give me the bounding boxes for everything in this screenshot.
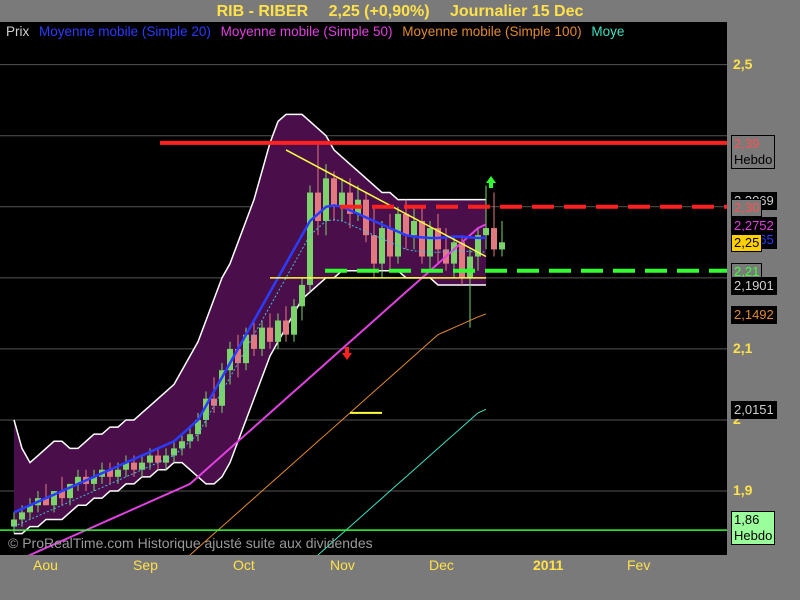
watermark-text: © ProRealTime.com Historique ajusté suit… (8, 535, 373, 551)
candle-body-30 (251, 334, 257, 349)
price-tag-value: 2,39 (734, 135, 760, 151)
candle-body-36 (299, 284, 305, 307)
price-tag-0: 2,39 Hebdo (731, 134, 776, 169)
price-tag-value: 2,1492 (734, 307, 774, 323)
candle-body-37 (307, 192, 313, 285)
legend-item-sma200: Moye (591, 24, 625, 39)
y-tick-label-1: 2,1 (733, 339, 753, 356)
legend-item-sma50: Moyenne mobile (Simple 50) (220, 24, 393, 39)
candle-body-50 (411, 220, 417, 236)
price-tag-value: 1,86 (734, 512, 760, 528)
candle-body-19 (163, 455, 169, 463)
candle-body-15 (131, 462, 137, 470)
candle-body-13 (115, 469, 121, 477)
legend-item-price: Prix (6, 24, 30, 39)
price-tag-value: 2,30 (734, 199, 760, 215)
candle-body-33 (275, 320, 281, 342)
legend-item-sma100: Moyenne mobile (Simple 100) (402, 24, 582, 39)
chart-window: RIB - RIBER 2,25 (+0,90%) Journalier 15 … (0, 0, 800, 600)
candle-body-22 (187, 434, 193, 442)
price-tag-sub: Hebdo (734, 528, 773, 544)
x-tick-label-3: Nov (330, 557, 355, 573)
price-tag-value: 2,1901 (734, 277, 774, 293)
price-tag-value: 2,0151 (734, 402, 774, 418)
candle-body-1 (19, 512, 25, 520)
price-tag-9: 2,0151 (731, 401, 777, 420)
indicator-legend: Prix Moyenne mobile (Simple 20) Moyenne … (6, 24, 726, 42)
candle-body-17 (147, 455, 153, 463)
candle-body-39 (323, 178, 329, 221)
price-tag-2: 2,30 (731, 198, 763, 217)
candle-body-60 (491, 228, 497, 250)
chart-title: RIB - RIBER 2,25 (+0,90%) Journalier 15 … (0, 0, 800, 22)
legend-item-sma20: Moyenne mobile (Simple 20) (39, 24, 211, 39)
candle-body-48 (395, 213, 401, 257)
price-tag-7: 2,1901 (731, 276, 777, 295)
candle-body-35 (291, 306, 297, 335)
candle-body-32 (267, 327, 273, 342)
y-tick-label-0: 2,5 (733, 55, 753, 72)
sma200-line (317, 408, 487, 556)
candle-body-46 (379, 228, 385, 264)
x-tick-label-2: Oct (233, 557, 255, 573)
price-chart[interactable] (0, 0, 800, 600)
candle-body-34 (283, 320, 289, 335)
price-tag-sub: Hebdo (734, 151, 773, 167)
x-tick-label-4: Dec (429, 557, 454, 573)
symbol-label: RIB - RIBER (216, 3, 309, 20)
x-tick-label-6: Fev (627, 557, 651, 573)
x-tick-label-5: 2011 (533, 557, 564, 573)
price-tag-10: 1,86 Hebdo (731, 511, 776, 546)
y-tick-label-3: 1,9 (733, 482, 753, 499)
price-tag-value: 2,25 (734, 235, 760, 251)
candle-body-41 (339, 192, 345, 207)
candle-body-40 (331, 178, 337, 207)
x-tick-label-0: Aou (33, 557, 58, 573)
candle-body-21 (179, 441, 185, 449)
price-tag-5: 2,25 (731, 234, 763, 253)
candle-body-49 (403, 213, 409, 236)
up-arrow-icon (486, 176, 496, 188)
candle-body-16 (139, 462, 145, 470)
candle-body-25 (211, 398, 217, 406)
candle-body-45 (371, 235, 377, 264)
candle-body-18 (155, 455, 161, 463)
candle-body-20 (171, 448, 177, 456)
candle-body-31 (259, 327, 265, 349)
price-axis[interactable]: 2,52,121,92,39Hebdo2,30692,302,27522,256… (727, 22, 800, 555)
period-label: Journalier 15 Dec (450, 3, 584, 20)
candle-body-61 (499, 242, 505, 250)
candle-body-0 (11, 519, 17, 527)
price-tag-8: 2,1492 (731, 306, 777, 325)
candle-body-57 (467, 256, 473, 278)
candle-body-59 (483, 228, 489, 236)
x-tick-label-1: Sep (133, 557, 158, 573)
bollinger-band-fill (14, 114, 486, 534)
price-label: 2,25 (+0,90%) (328, 3, 430, 20)
candle-body-55 (451, 242, 457, 264)
time-axis[interactable]: Aou Sep Oct Nov Dec 2011 Fev (0, 555, 800, 600)
